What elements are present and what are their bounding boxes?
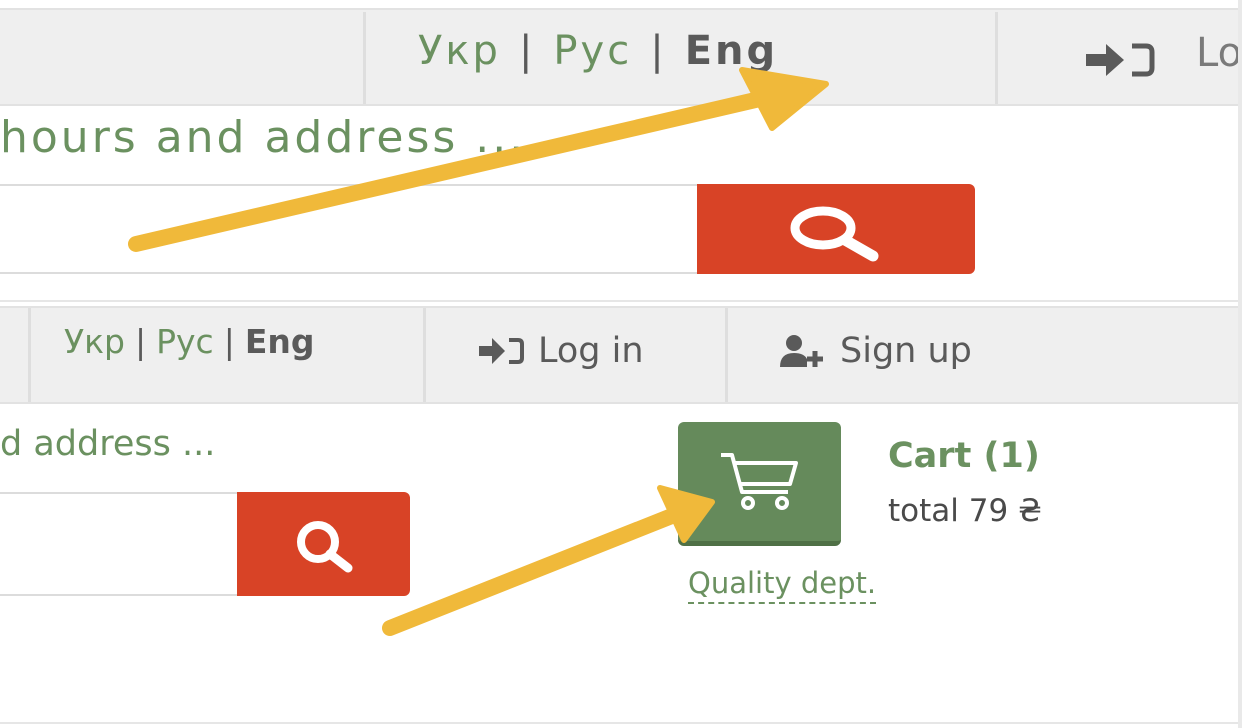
- add-user-icon: [780, 335, 823, 367]
- frame-edge: [1238, 0, 1242, 728]
- zoomed-search-hint: hours and address ...: [0, 112, 527, 163]
- search-hint: d address ...: [0, 424, 216, 464]
- search-button[interactable]: [237, 492, 410, 596]
- search-icon: [790, 206, 879, 262]
- lang-separator: |: [223, 322, 235, 361]
- cart-total: total 79 ₴: [888, 493, 1043, 529]
- lang-eng-current[interactable]: Eng: [245, 322, 315, 361]
- login-label: Log in: [538, 331, 644, 371]
- panel-divider: [0, 300, 1242, 302]
- lang-separator: |: [650, 28, 667, 74]
- cart-title[interactable]: Cart (1): [888, 436, 1040, 476]
- login-icon: [479, 338, 524, 364]
- lang-eng-current[interactable]: Eng: [685, 28, 778, 74]
- zoomed-search-input[interactable]: [0, 184, 700, 274]
- lang-separator: |: [518, 28, 536, 74]
- zoomed-search-button[interactable]: [697, 184, 975, 274]
- signup-button[interactable]: Sign up: [780, 326, 972, 376]
- search-input[interactable]: [0, 492, 240, 596]
- divider: [995, 12, 998, 104]
- language-switcher: Укр | Рус | Eng: [64, 322, 315, 361]
- lang-ukr-link[interactable]: Укр: [64, 322, 125, 361]
- cart-button[interactable]: [678, 422, 841, 546]
- divider: [423, 308, 426, 402]
- divider: [725, 308, 728, 402]
- divider: [363, 12, 366, 104]
- lang-ukr-link[interactable]: Укр: [418, 28, 501, 74]
- divider: [28, 308, 31, 402]
- quality-dept-link[interactable]: Quality dept.: [688, 566, 877, 604]
- arrow-to-cart: [382, 485, 715, 636]
- lang-separator: |: [135, 322, 147, 361]
- signup-label: Sign up: [840, 331, 972, 371]
- lang-rus-link[interactable]: Рус: [553, 28, 632, 74]
- zoomed-login-label[interactable]: Lo: [1196, 30, 1242, 76]
- lang-rus-link[interactable]: Рус: [156, 322, 214, 361]
- login-button[interactable]: Log in: [478, 326, 644, 376]
- search-icon: [297, 521, 353, 573]
- login-icon[interactable]: [1084, 40, 1156, 80]
- zoomed-language-switcher: Укр | Рус | Eng: [418, 28, 778, 74]
- cart-icon: [721, 453, 798, 510]
- panel-divider: [0, 722, 1242, 724]
